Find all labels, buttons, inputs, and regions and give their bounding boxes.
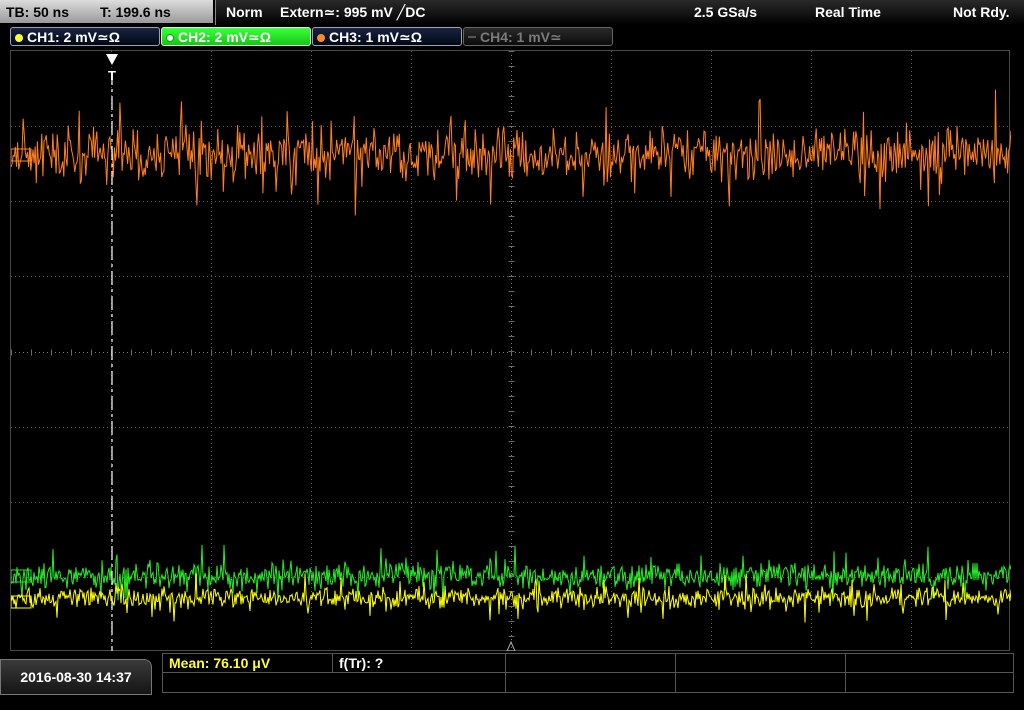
- channel-4-color-dot: [468, 36, 476, 38]
- channel-3-button[interactable]: CH3: 1 mV≃Ω: [312, 27, 462, 46]
- measurement-slot-7[interactable]: [506, 673, 676, 692]
- trigger-time-readout: T: 199.6 ns: [100, 4, 171, 20]
- bottom-bar: 2016-08-30 14:37 Mean: 76.10 μV f(Tr): ?: [0, 651, 1024, 695]
- measurement-slot-8[interactable]: [676, 673, 846, 692]
- traces: [11, 89, 1011, 623]
- channel-1-label: CH1: 2 mV≃Ω: [27, 29, 120, 45]
- measurement-trigger-frequency[interactable]: f(Tr): ?: [333, 654, 506, 673]
- channel-3-trace: [11, 89, 1011, 216]
- channel-4-button[interactable]: CH4: 1 mV≃: [463, 27, 613, 46]
- channel-2-color-dot: [166, 34, 174, 42]
- measurement-slot-6[interactable]: [163, 673, 506, 692]
- channel-1-color-dot: [15, 34, 23, 42]
- datetime-text: 2016-08-30 14:37: [20, 669, 132, 685]
- status-bar: TB: 50 ns T: 199.6 ns Norm Extern≃: 995 …: [0, 0, 1024, 25]
- channel-3-label: CH3: 1 mV≃Ω: [329, 29, 422, 45]
- acq-type: Real Time: [815, 4, 881, 20]
- trigger-source: Extern≃: 995 mV ╱DC: [280, 4, 426, 20]
- trigger-marker-label: T: [108, 68, 116, 83]
- channel-2-label: CH2: 2 mV≃Ω: [178, 29, 271, 45]
- acq-mode: Norm: [226, 4, 263, 20]
- sample-rate: 2.5 GSa/s: [694, 4, 758, 20]
- measurement-panel[interactable]: Mean: 76.10 μV f(Tr): ?: [162, 653, 1014, 693]
- timebase-panel[interactable]: TB: 50 ns T: 199.6 ns: [0, 0, 213, 23]
- measurement-slot-4[interactable]: [676, 654, 846, 673]
- trigger-position-icon[interactable]: [106, 54, 118, 65]
- timebase-readout: TB: 50 ns: [6, 4, 70, 20]
- measurement-slot-5[interactable]: [846, 654, 1013, 673]
- channel-3-color-dot: [317, 34, 325, 42]
- waveform-display[interactable]: T: [10, 50, 1011, 652]
- channel-bar: CH1: 2 mV≃Ω CH2: 2 mV≃Ω CH3: 1 mV≃Ω CH4:…: [0, 25, 1024, 49]
- measurement-slot-3[interactable]: [506, 654, 676, 673]
- run-status: Not Rdy.: [953, 4, 1010, 20]
- measurement-mean[interactable]: Mean: 76.10 μV: [163, 654, 333, 673]
- channel-1-button[interactable]: CH1: 2 mV≃Ω: [10, 27, 160, 46]
- channel-4-label: CH4: 1 mV≃: [480, 29, 562, 45]
- acquisition-panel[interactable]: Norm Extern≃: 995 mV ╱DC 2.5 GSa/s Real …: [215, 0, 1024, 25]
- waveform-canvas: T: [11, 51, 1011, 652]
- datetime-display: 2016-08-30 14:37: [0, 659, 152, 695]
- channel-2-button[interactable]: CH2: 2 mV≃Ω: [161, 27, 311, 46]
